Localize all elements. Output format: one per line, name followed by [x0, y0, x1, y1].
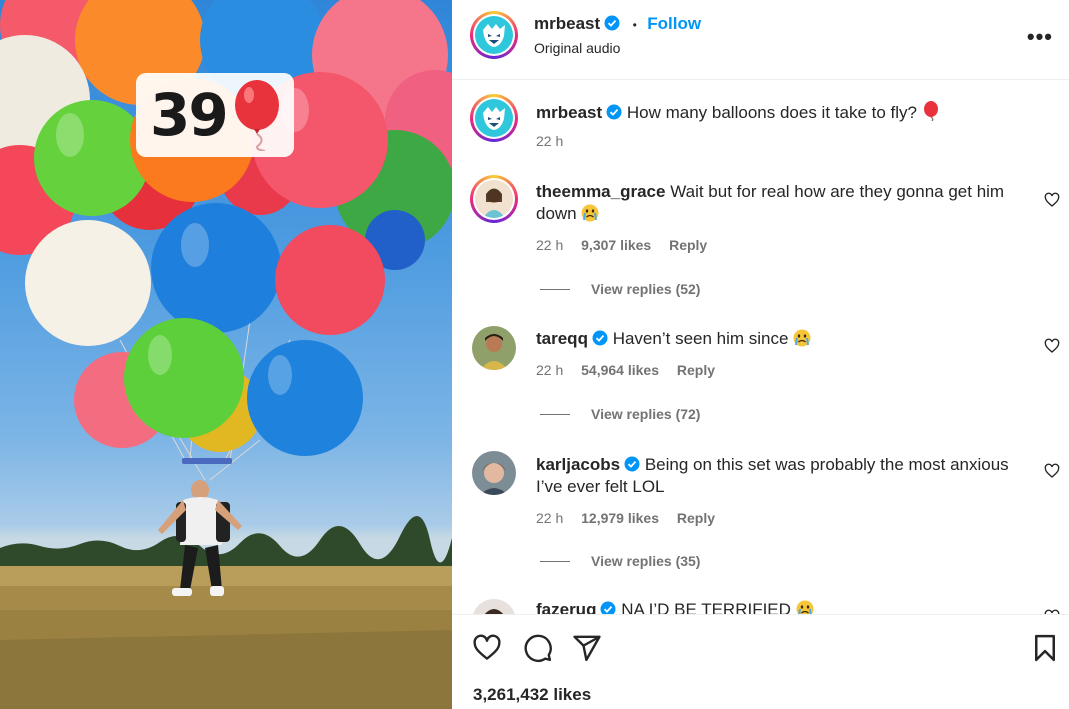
view-replies-button[interactable]: View replies (52)	[540, 281, 700, 297]
comment-username[interactable]: theemma_grace	[536, 182, 665, 201]
post-header: mrbeast • Follow Original audio •••	[452, 0, 1069, 80]
verified-badge-icon	[600, 601, 616, 614]
comment-username[interactable]: karljacobs	[536, 455, 620, 474]
comments-list[interactable]: mrbeast How many balloons does it take t…	[452, 81, 1069, 614]
verified-badge-icon	[604, 15, 620, 31]
caption-avatar[interactable]	[470, 94, 518, 142]
author-username[interactable]: mrbeast	[534, 14, 600, 33]
view-replies-label: View replies (52)	[591, 281, 701, 297]
post-likes-count[interactable]: 3,261,432 likes	[473, 685, 591, 705]
comment-text: Haven’t seen him since	[612, 329, 789, 348]
balloon-counter-overlay: 39	[136, 73, 294, 157]
bookmark-icon[interactable]	[1030, 633, 1060, 663]
comment-likes[interactable]: 54,964 likes	[581, 362, 659, 378]
balloon-emoji-icon	[923, 101, 938, 121]
comment-meta: 22 h 9,307 likes Reply	[536, 237, 721, 253]
beast-logo-icon	[483, 107, 505, 130]
comment-avatar[interactable]	[472, 451, 516, 495]
comment-text: NA I’D BE TERRIFIED	[621, 600, 791, 614]
user-photo-icon	[472, 326, 516, 370]
post-detail-panel: mrbeast • Follow Original audio ••• mrbe…	[452, 0, 1069, 709]
caption-text: How many balloons does it take to fly?	[626, 103, 917, 122]
caption-time[interactable]: 22 h	[536, 133, 563, 149]
comment-time[interactable]: 22 h	[536, 237, 563, 253]
comment-time[interactable]: 22 h	[536, 362, 563, 378]
beast-logo-icon	[483, 24, 505, 47]
verified-badge-icon	[592, 330, 608, 346]
comment-username[interactable]: tareqq	[536, 329, 588, 348]
like-comment-heart-icon[interactable]	[1044, 463, 1060, 479]
comment-avatar[interactable]	[472, 599, 516, 614]
verified-badge-icon	[606, 104, 622, 120]
comment-username[interactable]: fazerug	[536, 600, 596, 614]
crying-face-emoji-icon	[581, 204, 599, 222]
red-balloon-emoji-icon	[234, 80, 279, 151]
more-options-icon[interactable]: •••	[1027, 24, 1053, 50]
heart-icon[interactable]	[472, 633, 502, 663]
replies-divider	[540, 560, 570, 562]
user-photo-icon	[475, 180, 513, 218]
post-media[interactable]: 39	[0, 0, 452, 709]
view-replies-label: View replies (35)	[591, 553, 701, 569]
comment-meta: 22 h 54,964 likes Reply	[536, 362, 729, 378]
comment-avatar[interactable]	[472, 326, 516, 370]
follow-button[interactable]: Follow	[647, 14, 701, 33]
crying-face-emoji-icon	[793, 329, 811, 347]
comment-time[interactable]: 22 h	[536, 510, 563, 526]
user-photo-icon	[472, 599, 516, 614]
caption-username[interactable]: mrbeast	[536, 103, 602, 122]
view-replies-button[interactable]: View replies (35)	[540, 553, 700, 569]
like-comment-heart-icon[interactable]	[1044, 338, 1060, 354]
comment-likes[interactable]: 12,979 likes	[581, 510, 659, 526]
header-separator: •	[632, 18, 637, 32]
audio-label[interactable]: Original audio	[534, 40, 620, 56]
share-icon[interactable]	[572, 633, 602, 663]
reply-button[interactable]: Reply	[677, 362, 715, 378]
caption-meta: 22 h	[536, 133, 577, 149]
reply-button[interactable]: Reply	[677, 510, 715, 526]
view-replies-button[interactable]: View replies (72)	[540, 406, 700, 422]
like-comment-heart-icon[interactable]	[1044, 192, 1060, 208]
reply-button[interactable]: Reply	[669, 237, 707, 253]
verified-badge-icon	[624, 456, 640, 472]
crying-face-emoji-icon	[796, 600, 814, 614]
replies-divider	[540, 288, 570, 290]
replies-divider	[540, 413, 570, 415]
post-actions-bar: 3,261,432 likes	[452, 614, 1069, 709]
comment-icon[interactable]	[523, 633, 553, 663]
comment-meta: 22 h 12,979 likes Reply	[536, 510, 729, 526]
author-avatar[interactable]	[470, 11, 518, 59]
comment-likes[interactable]: 9,307 likes	[581, 237, 651, 253]
comment-avatar[interactable]	[470, 175, 518, 223]
view-replies-label: View replies (72)	[591, 406, 701, 422]
balloon-counter-value: 39	[150, 81, 229, 149]
user-photo-icon	[472, 451, 516, 495]
